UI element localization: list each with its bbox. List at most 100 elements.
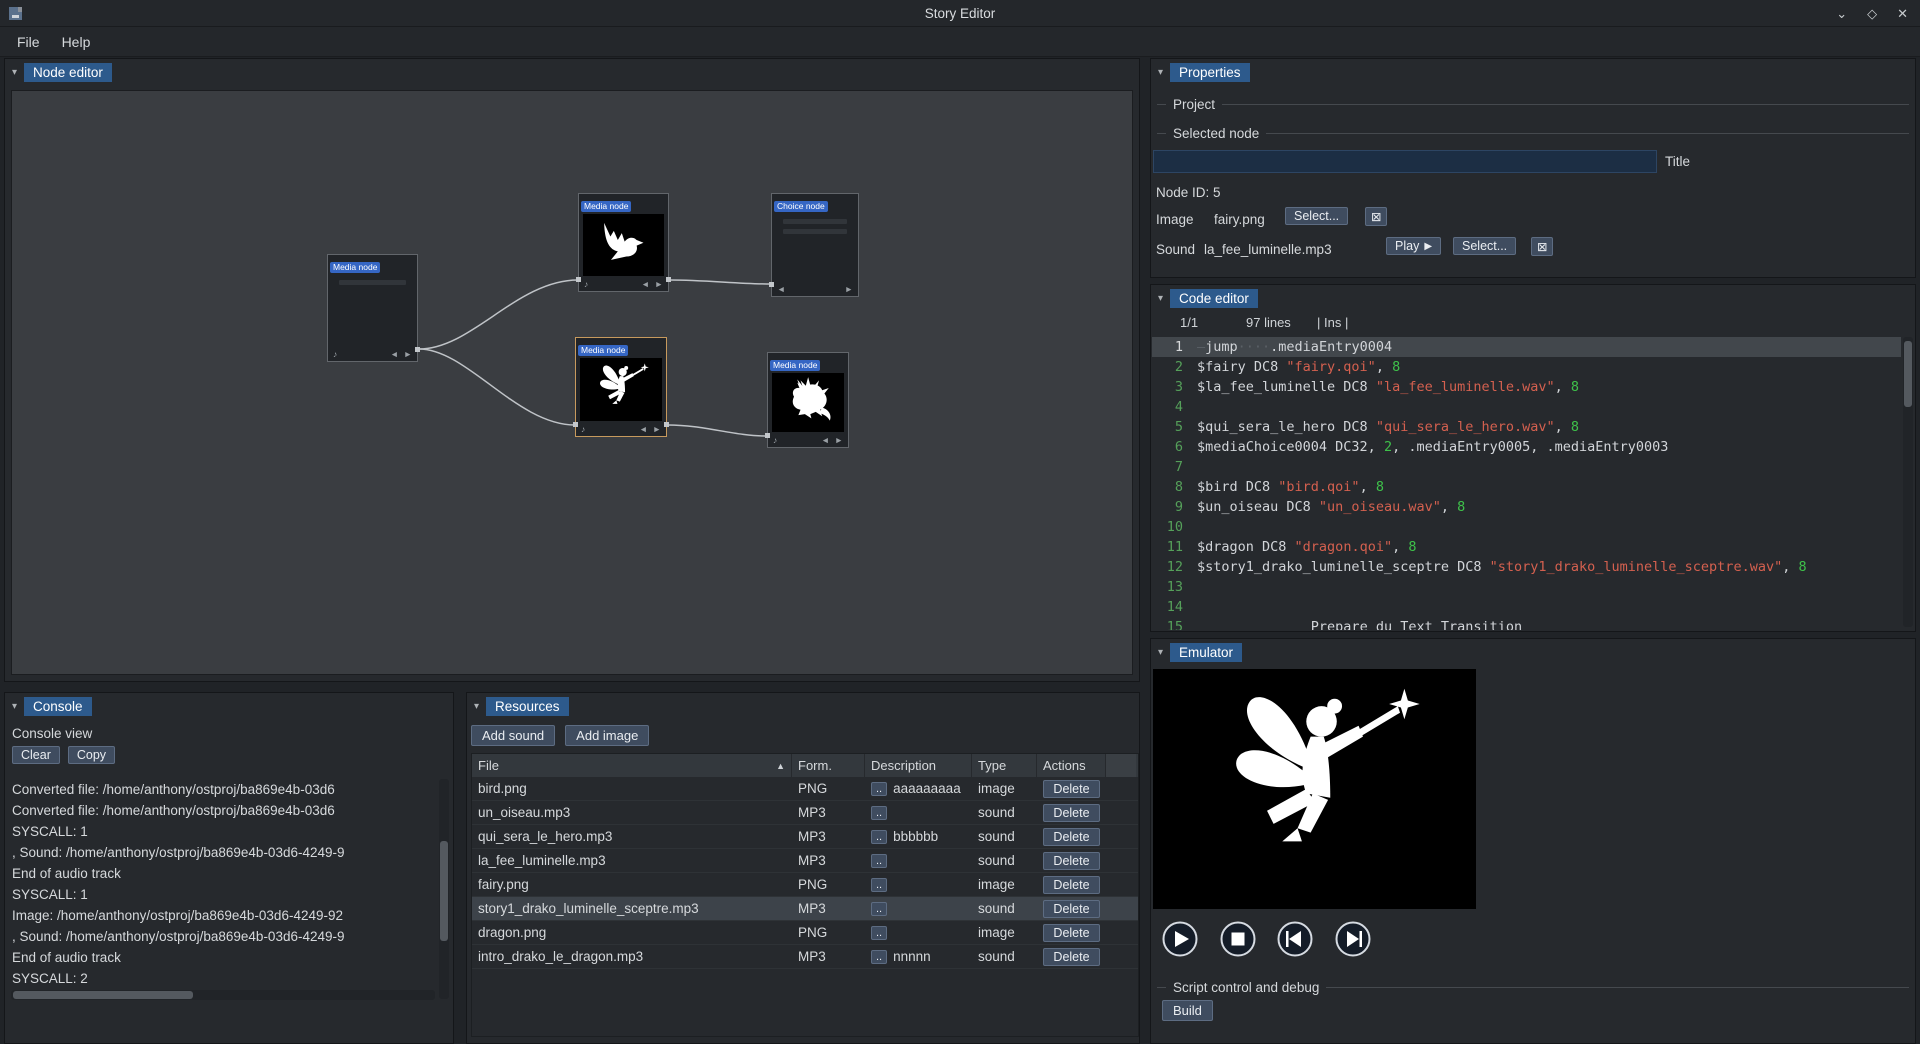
description-edit-button[interactable]: ..	[871, 830, 887, 844]
node-choice[interactable]: Choice node ◄ ►	[771, 193, 859, 297]
description-edit-button[interactable]: ..	[871, 950, 887, 964]
delete-button[interactable]: Delete	[1043, 804, 1100, 822]
code-line[interactable]: 15 Prepare du Text Transition	[1152, 617, 1901, 630]
column-header-description[interactable]: Description	[865, 754, 972, 777]
description-edit-button[interactable]: ..	[871, 782, 887, 796]
code-line[interactable]: 6$mediaChoice0004 DC32, 2, .mediaEntry00…	[1152, 437, 1901, 457]
column-header-type[interactable]: Type	[972, 754, 1037, 777]
image-clear-button[interactable]: ⊠	[1365, 207, 1387, 226]
sound-note-icon[interactable]: ♪	[581, 424, 585, 434]
next-icon[interactable]: ►	[845, 284, 853, 294]
collapse-arrow-icon[interactable]: ▾	[12, 68, 17, 78]
table-row[interactable]: fairy.pngPNG..imageDelete	[472, 873, 1138, 897]
stop-button[interactable]	[1218, 919, 1258, 959]
code-line[interactable]: 8$bird DC8 "bird.qoi", 8	[1152, 477, 1901, 497]
collapse-arrow-icon[interactable]: ▾	[1158, 68, 1163, 78]
close-icon[interactable]: ✕	[1897, 6, 1908, 22]
node-dragon[interactable]: Media node ♪ ◄ ►	[767, 352, 849, 448]
sound-select-button[interactable]: Select...	[1453, 237, 1516, 255]
table-row[interactable]: story1_drako_luminelle_sceptre.mp3MP3..s…	[472, 897, 1138, 921]
table-row[interactable]: la_fee_luminelle.mp3MP3..soundDelete	[472, 849, 1138, 873]
code-scrollbar-thumb[interactable]	[1904, 341, 1912, 407]
delete-button[interactable]: Delete	[1043, 900, 1100, 918]
console-vscrollbar[interactable]	[439, 779, 449, 999]
code-line[interactable]: 9$un_oiseau DC8 "un_oiseau.wav", 8	[1152, 497, 1901, 517]
code-line[interactable]: 2$fairy DC8 "fairy.qoi", 8	[1152, 357, 1901, 377]
resources-title[interactable]: Resources	[486, 697, 569, 716]
node-fairy[interactable]: Media node ♪ ◄ ►	[575, 337, 667, 437]
menu-help[interactable]: Help	[51, 31, 102, 53]
console-hscrollbar[interactable]	[11, 990, 435, 1000]
column-header-file[interactable]: File ▲	[472, 754, 792, 777]
sound-clear-button[interactable]: ⊠	[1531, 237, 1553, 256]
input-port[interactable]	[576, 277, 581, 282]
delete-button[interactable]: Delete	[1043, 828, 1100, 846]
description-edit-button[interactable]: ..	[871, 806, 887, 820]
console-vscrollbar-thumb[interactable]	[440, 841, 448, 941]
next-icon[interactable]: ►	[653, 424, 661, 434]
code-line[interactable]: 14	[1152, 597, 1901, 617]
column-header-format[interactable]: Form.	[792, 754, 865, 777]
node-editor-title[interactable]: Node editor	[24, 63, 112, 82]
collapse-arrow-icon[interactable]: ▾	[12, 702, 17, 712]
table-row[interactable]: un_oiseau.mp3MP3..soundDelete	[472, 801, 1138, 825]
sound-note-icon[interactable]: ♪	[773, 435, 777, 445]
prev-icon[interactable]: ◄	[821, 435, 829, 445]
next-icon[interactable]: ►	[835, 435, 843, 445]
description-edit-button[interactable]: ..	[871, 902, 887, 916]
table-row[interactable]: intro_drako_le_dragon.mp3MP3..nnnnnsound…	[472, 945, 1138, 969]
code-lines[interactable]: 1–jump····.mediaEntry00042$fairy DC8 "fa…	[1152, 337, 1901, 630]
step-back-button[interactable]	[1275, 919, 1315, 959]
code-line[interactable]: 5$qui_sera_le_hero DC8 "qui_sera_le_hero…	[1152, 417, 1901, 437]
code-line[interactable]: 1–jump····.mediaEntry0004	[1152, 337, 1901, 357]
code-line[interactable]: 11$dragon DC8 "dragon.qoi", 8	[1152, 537, 1901, 557]
code-line[interactable]: 10	[1152, 517, 1901, 537]
next-icon[interactable]: ►	[655, 279, 663, 289]
code-editor-title[interactable]: Code editor	[1170, 289, 1258, 308]
build-button[interactable]: Build	[1162, 1000, 1213, 1021]
minimize-icon[interactable]: ⌄	[1836, 6, 1847, 22]
input-port[interactable]	[765, 433, 770, 438]
code-line[interactable]: 3$la_fee_luminelle DC8 "la_fee_luminelle…	[1152, 377, 1901, 397]
delete-button[interactable]: Delete	[1043, 924, 1100, 942]
code-line[interactable]: 7	[1152, 457, 1901, 477]
prev-icon[interactable]: ◄	[777, 284, 785, 294]
input-port[interactable]	[769, 282, 774, 287]
node-start[interactable]: Media node ♪ ◄ ►	[327, 254, 418, 362]
step-forward-button[interactable]	[1333, 919, 1373, 959]
console-title[interactable]: Console	[24, 697, 92, 716]
maximize-icon[interactable]: ◇	[1867, 6, 1877, 22]
code-line[interactable]: 12$story1_drako_luminelle_sceptre DC8 "s…	[1152, 557, 1901, 577]
delete-button[interactable]: Delete	[1043, 876, 1100, 894]
title-input[interactable]	[1153, 150, 1657, 173]
console-log[interactable]: Converted file: /home/anthony/ostproj/ba…	[12, 779, 435, 999]
copy-button[interactable]: Copy	[68, 746, 115, 764]
column-header-actions[interactable]: Actions	[1037, 754, 1106, 777]
delete-button[interactable]: Delete	[1043, 780, 1100, 798]
input-port[interactable]	[573, 422, 578, 427]
emulator-title[interactable]: Emulator	[1170, 643, 1242, 662]
next-icon[interactable]: ►	[404, 349, 412, 359]
sound-note-icon[interactable]: ♪	[584, 279, 588, 289]
table-row[interactable]: bird.pngPNG..aaaaaaaaaimageDelete	[472, 777, 1138, 801]
menu-file[interactable]: File	[6, 31, 51, 53]
prev-icon[interactable]: ◄	[641, 279, 649, 289]
collapse-arrow-icon[interactable]: ▾	[1158, 294, 1163, 304]
prev-icon[interactable]: ◄	[390, 349, 398, 359]
delete-button[interactable]: Delete	[1043, 948, 1100, 966]
collapse-arrow-icon[interactable]: ▾	[1158, 648, 1163, 658]
code-line[interactable]: 13	[1152, 577, 1901, 597]
play-button[interactable]	[1160, 919, 1200, 959]
output-port[interactable]	[666, 277, 671, 282]
node-graph-canvas[interactable]: Media node ♪ ◄ ► Media node	[11, 90, 1133, 675]
sound-note-icon[interactable]: ♪	[333, 349, 337, 359]
image-select-button[interactable]: Select...	[1285, 207, 1348, 225]
table-row[interactable]: dragon.pngPNG..imageDelete	[472, 921, 1138, 945]
node-bird[interactable]: Media node ♪ ◄ ►	[578, 193, 669, 292]
collapse-arrow-icon[interactable]: ▾	[474, 702, 479, 712]
clear-button[interactable]: Clear	[12, 746, 60, 764]
description-edit-button[interactable]: ..	[871, 926, 887, 940]
description-edit-button[interactable]: ..	[871, 854, 887, 868]
add-sound-button[interactable]: Add sound	[471, 725, 555, 746]
console-hscrollbar-thumb[interactable]	[13, 991, 193, 999]
